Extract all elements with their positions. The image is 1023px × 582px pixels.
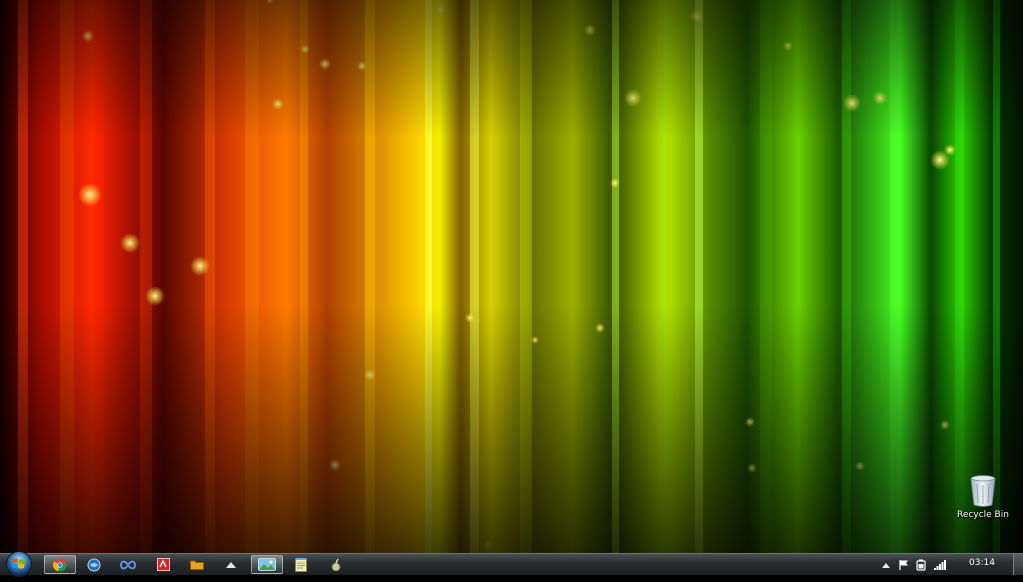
wallpaper-glow-particle <box>610 178 620 188</box>
taskbar: 03:14 <box>0 550 1023 578</box>
show-hidden-icons-arrow-icon <box>882 563 890 568</box>
wallpaper-glow-particle <box>873 91 887 105</box>
taskbar-button-photo-viewer[interactable] <box>251 555 283 574</box>
start-button[interactable] <box>4 550 34 578</box>
wallpaper-glow-particle <box>78 183 102 207</box>
action-center-flag-icon <box>899 560 908 570</box>
wallpaper-glow-particle <box>329 459 341 471</box>
wallpaper-stripes <box>18 0 1000 553</box>
wallpaper-glow-particle <box>843 94 861 112</box>
wallpaper-light-shaft <box>993 0 1000 553</box>
wallpaper-glow-particle <box>435 5 445 15</box>
wallpaper-glow-particle <box>531 336 539 344</box>
wallpaper-glow-particle <box>319 58 331 70</box>
wallpaper-glow-particle <box>483 540 493 550</box>
wallpaper-glow-particle <box>855 461 865 471</box>
wallpaper-glow-particle <box>745 417 755 427</box>
wallpaper-glow-particle <box>584 24 596 36</box>
wallpaper-light-shaft <box>520 0 532 553</box>
wallpaper-glow-particle <box>272 98 284 110</box>
taskbar-button-media-app[interactable] <box>215 555 247 574</box>
recycle-bin-label: Recycle Bin <box>957 510 1009 520</box>
wallpaper-light-shaft <box>140 0 152 553</box>
wallpaper-light-shaft <box>955 0 964 553</box>
wallpaper-light-shaft <box>300 0 308 553</box>
wallpaper-light-shaft <box>842 0 851 553</box>
wallpaper-light-shaft <box>245 0 259 553</box>
wallpaper-light-shaft <box>612 0 619 553</box>
desktop-icon-recycle-bin[interactable]: Recycle Bin <box>952 474 1014 532</box>
taskbar-button-tool-app[interactable] <box>320 555 352 574</box>
wallpaper-glow-particle <box>465 313 475 323</box>
wallpaper-glow-particle <box>364 369 376 381</box>
wallpaper-glow-particle <box>940 420 950 430</box>
wallpaper-glow-particle <box>190 256 210 276</box>
taskbar-button-chrome[interactable] <box>44 555 76 574</box>
tray-action-center[interactable] <box>897 558 911 572</box>
wallpaper-glow-particle <box>120 233 140 253</box>
taskbar-button-browser[interactable] <box>78 555 110 574</box>
wallpaper-light-shaft <box>470 0 479 553</box>
tool-app-icon <box>331 558 341 571</box>
wallpaper-light-shaft <box>96 0 104 553</box>
windows-start-orb-icon <box>6 551 32 577</box>
wallpaper-light-shaft <box>890 0 900 553</box>
infinity-app-icon <box>120 560 136 569</box>
taskbar-button-infinity[interactable] <box>112 555 144 574</box>
wallpaper-glow-particle <box>82 30 94 42</box>
wallpaper-light-shaft <box>695 0 703 553</box>
wallpaper-light-shaft <box>18 0 28 553</box>
wallpaper-glow-particle <box>690 9 704 23</box>
power-battery-icon <box>916 559 926 571</box>
folder-app-icon <box>190 560 204 570</box>
wallpaper-glow-particle <box>747 463 757 473</box>
wallpaper-glow-particle <box>595 323 605 333</box>
taskbar-button-notepad[interactable] <box>285 555 317 574</box>
media-app-icon <box>226 561 236 568</box>
wallpaper-glow-particle <box>145 286 165 306</box>
show-desktop-button[interactable] <box>1013 554 1023 575</box>
network-signal-icon <box>934 560 946 570</box>
wallpaper-light-shaft <box>60 0 74 553</box>
wallpaper-light-shaft <box>660 0 670 553</box>
taskbar-button-red-app[interactable] <box>147 555 179 574</box>
wallpaper-glow-particle <box>300 44 310 54</box>
wallpaper-glow-particle <box>944 144 956 156</box>
browser-globe-icon <box>87 558 101 571</box>
tray-network[interactable] <box>933 558 947 572</box>
desktop-wallpaper[interactable]: Recycle Bin <box>0 0 1023 553</box>
photo-viewer-icon <box>258 558 276 571</box>
tray-show-hidden-icons[interactable] <box>879 558 893 572</box>
wallpaper-glow-particle <box>624 89 642 107</box>
wallpaper-glow-particle <box>357 61 367 71</box>
taskbar-clock[interactable]: 03:14 <box>962 558 1002 568</box>
wallpaper-light-shaft <box>760 0 772 553</box>
notepad-icon <box>295 557 307 572</box>
taskbar-button-folder-app[interactable] <box>181 555 213 574</box>
chrome-icon <box>53 558 67 572</box>
tray-power[interactable] <box>914 558 928 572</box>
wallpaper-light-shaft <box>425 0 432 553</box>
wallpaper-glow-particle <box>783 41 793 51</box>
wallpaper-light-shaft <box>365 0 375 553</box>
wallpaper-light-shaft <box>205 0 215 553</box>
recycle-bin-icon <box>970 475 996 507</box>
red-app-icon <box>156 558 170 571</box>
